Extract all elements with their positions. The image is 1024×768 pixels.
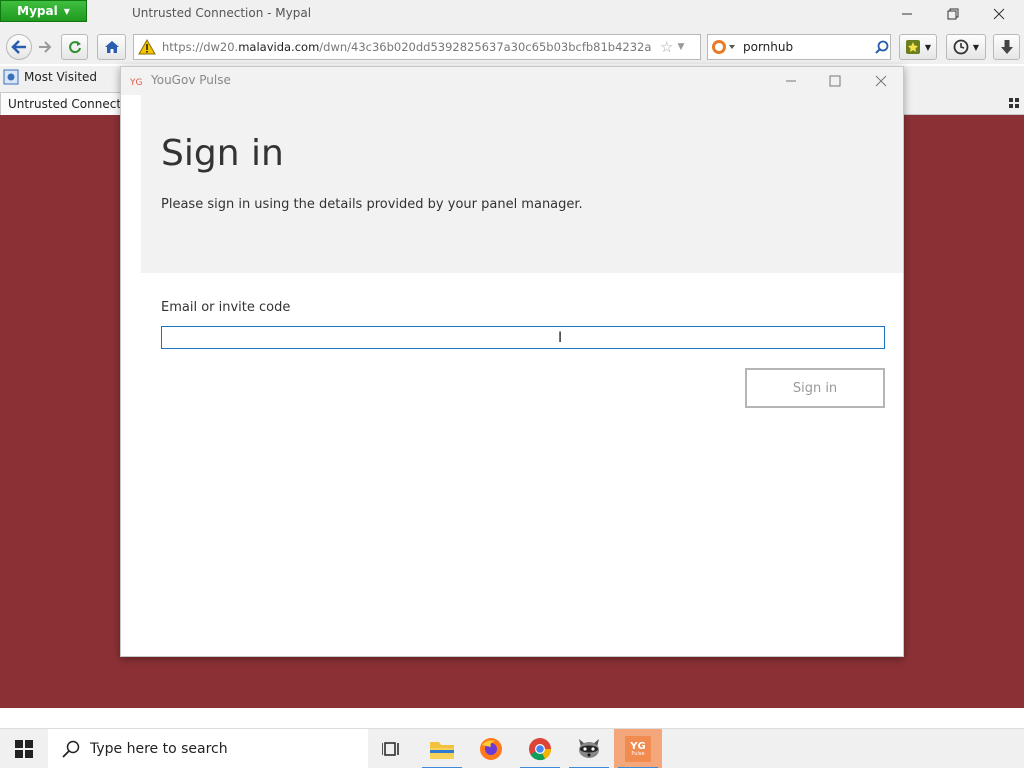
signin-description: Please sign in using the details provide… [161, 197, 583, 212]
bookmark-star-icon[interactable]: ☆ [660, 38, 673, 56]
app-menu-label: Mypal [17, 4, 58, 18]
yougov-pulse-window: YG YouGov Pulse Sign in Please sign in u… [120, 66, 904, 657]
svg-text:YG: YG [130, 78, 142, 87]
restore-icon [947, 8, 959, 20]
search-bar[interactable] [707, 34, 891, 60]
restore-button[interactable] [930, 2, 976, 26]
forward-arrow-icon [39, 41, 52, 53]
email-or-invite-code-input[interactable] [161, 326, 885, 349]
tab-label: Untrusted Connection [8, 97, 130, 111]
browser-titlebar: Mypal ▼ Untrusted Connection - Mypal [0, 0, 1024, 30]
home-button[interactable] [97, 34, 126, 60]
search-icon [62, 740, 80, 758]
yougov-pulse-icon: YG Pulse [625, 736, 651, 762]
reload-button[interactable] [61, 34, 88, 60]
file-explorer-button[interactable] [418, 729, 466, 768]
minimize-icon [902, 13, 912, 15]
close-icon [993, 8, 1005, 20]
home-icon [104, 41, 119, 53]
chrome-icon [529, 738, 552, 761]
downloads-button[interactable] [993, 34, 1020, 60]
minimize-icon [786, 80, 796, 82]
dialog-title: YouGov Pulse [151, 73, 231, 87]
taskbar: Type here to search YG Pulse [0, 728, 1024, 768]
signin-button[interactable]: Sign in [745, 368, 885, 408]
maximize-icon [829, 75, 841, 87]
dialog-minimize-button[interactable] [769, 69, 813, 93]
signin-heading: Sign in [161, 133, 284, 174]
folder-page-icon [3, 69, 19, 85]
history-button[interactable]: ▼ [946, 34, 986, 60]
download-arrow-icon [1000, 40, 1013, 54]
back-arrow-icon [11, 40, 26, 54]
raccoon-icon [579, 739, 599, 758]
yougov-icon-subtext: Pulse [631, 750, 645, 757]
firefox-button[interactable] [467, 729, 515, 768]
url-domain: malavida.com [238, 40, 320, 54]
yougov-logo-icon: YG [130, 78, 142, 87]
chevron-down-icon: ▼ [924, 42, 932, 52]
minimize-button[interactable] [884, 2, 930, 26]
mypal-button[interactable] [565, 729, 613, 768]
window-title: Untrusted Connection - Mypal [132, 6, 312, 20]
firefox-icon [480, 738, 502, 760]
url-prefix: https://dw20. [162, 40, 239, 54]
url-text: https://dw20.malavida.com/dwn/43c36b020d… [162, 40, 652, 54]
tab-untrusted-connection[interactable]: Untrusted Connection [0, 92, 130, 115]
search-engine-icon[interactable] [711, 39, 737, 55]
taskbar-search-box[interactable]: Type here to search [48, 729, 368, 768]
address-bar[interactable]: https://dw20.malavida.com/dwn/43c36b020d… [133, 34, 701, 60]
close-button[interactable] [976, 2, 1022, 26]
navigation-toolbar: https://dw20.malavida.com/dwn/43c36b020d… [0, 30, 1024, 64]
folder-icon [430, 742, 454, 759]
task-view-icon [382, 742, 399, 756]
task-view-button[interactable] [368, 729, 416, 768]
bookmarks-icon [905, 40, 920, 54]
bookmark-label: Most Visited [24, 70, 98, 84]
text-cursor-icon: I [558, 330, 563, 346]
forward-button[interactable] [34, 34, 56, 60]
close-icon [875, 75, 887, 87]
grid-icon[interactable] [1009, 98, 1019, 108]
chevron-down-icon: ▼ [63, 6, 70, 16]
dialog-maximize-button[interactable] [813, 69, 857, 93]
bookmark-most-visited[interactable]: Most Visited [3, 69, 97, 85]
app-menu-button[interactable]: Mypal ▼ [0, 0, 87, 22]
yougov-pulse-button[interactable]: YG Pulse [614, 729, 662, 768]
url-suffix: /dwn/43c36b020dd5392825637a30c65b03bcfb8… [319, 40, 652, 54]
warning-icon [138, 39, 156, 55]
reload-icon [68, 41, 81, 54]
search-placeholder: Type here to search [90, 741, 228, 757]
windows-logo-icon [15, 740, 33, 758]
start-button[interactable] [0, 729, 48, 768]
signin-header: Sign in Please sign in using the details… [141, 95, 903, 273]
chrome-button[interactable] [516, 729, 564, 768]
search-field[interactable] [743, 40, 863, 54]
email-label: Email or invite code [161, 300, 291, 315]
chevron-down-icon: ▼ [972, 42, 980, 52]
history-clock-icon [953, 39, 969, 55]
search-icon[interactable] [875, 40, 889, 54]
yougov-icon-text: YG [630, 740, 646, 752]
dialog-titlebar: YG YouGov Pulse [121, 67, 903, 95]
back-button[interactable] [6, 34, 32, 60]
dialog-close-button[interactable] [859, 69, 903, 93]
url-dropdown-icon[interactable]: ▼ [677, 42, 684, 52]
bookmarks-menu-button[interactable]: ▼ [899, 34, 937, 60]
